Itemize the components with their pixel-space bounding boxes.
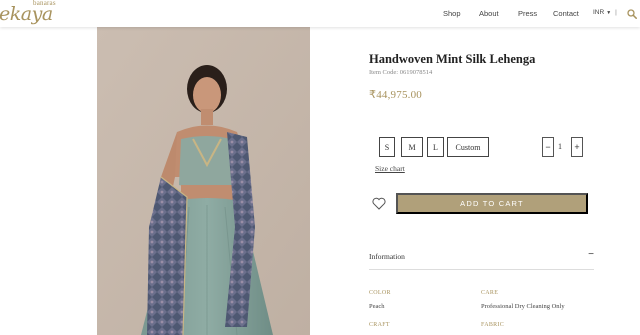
nav-shop[interactable]: Shop	[443, 9, 461, 18]
product-title: Handwoven Mint Silk Lehenga	[369, 52, 536, 66]
heart-icon[interactable]	[372, 197, 386, 210]
collapse-icon[interactable]: −	[588, 249, 594, 260]
quantity-increase-button[interactable]: +	[571, 137, 583, 157]
quantity-decrease-button[interactable]: −	[542, 137, 554, 157]
product-image[interactable]	[97, 27, 310, 335]
size-option-s[interactable]: S	[379, 137, 395, 157]
currency-label: INR	[593, 9, 605, 16]
nav-contact[interactable]: Contact	[553, 9, 579, 18]
currency-selector[interactable]: INR ▼ |	[593, 9, 617, 16]
ekaya-logo[interactable]: banaras ekaya	[0, 0, 70, 27]
size-option-l[interactable]: L	[427, 137, 444, 157]
size-chart-link[interactable]: Size chart	[375, 164, 405, 173]
search-icon[interactable]	[627, 9, 637, 19]
care-value: Professional Dry Cleaning Only	[481, 303, 565, 310]
color-value: Peach	[369, 303, 385, 310]
size-option-m[interactable]: M	[401, 137, 423, 157]
add-to-cart-button[interactable]: ADD TO CART	[396, 193, 588, 214]
information-label: Information	[369, 252, 405, 261]
currency-separator: |	[615, 9, 617, 16]
nav-press[interactable]: Press	[518, 9, 537, 18]
site-header: banaras ekaya Shop About Press Contact I…	[0, 0, 640, 27]
chevron-down-icon: ▼	[606, 9, 612, 16]
nav-about[interactable]: About	[479, 9, 499, 18]
information-accordion[interactable]: Information −	[369, 244, 594, 270]
model-illustration	[97, 27, 310, 335]
color-label: COLOR	[369, 290, 391, 296]
size-option-custom[interactable]: Custom	[447, 137, 489, 157]
quantity-value[interactable]: 1	[558, 142, 562, 151]
logo-wordmark: ekaya	[0, 3, 53, 25]
craft-label: CRAFT	[369, 322, 390, 328]
care-label: CARE	[481, 290, 499, 296]
fabric-label: FABRIC	[481, 322, 505, 328]
item-code: Item Code: 0619078514	[369, 69, 433, 76]
product-price: ₹44,975.00	[369, 89, 422, 101]
